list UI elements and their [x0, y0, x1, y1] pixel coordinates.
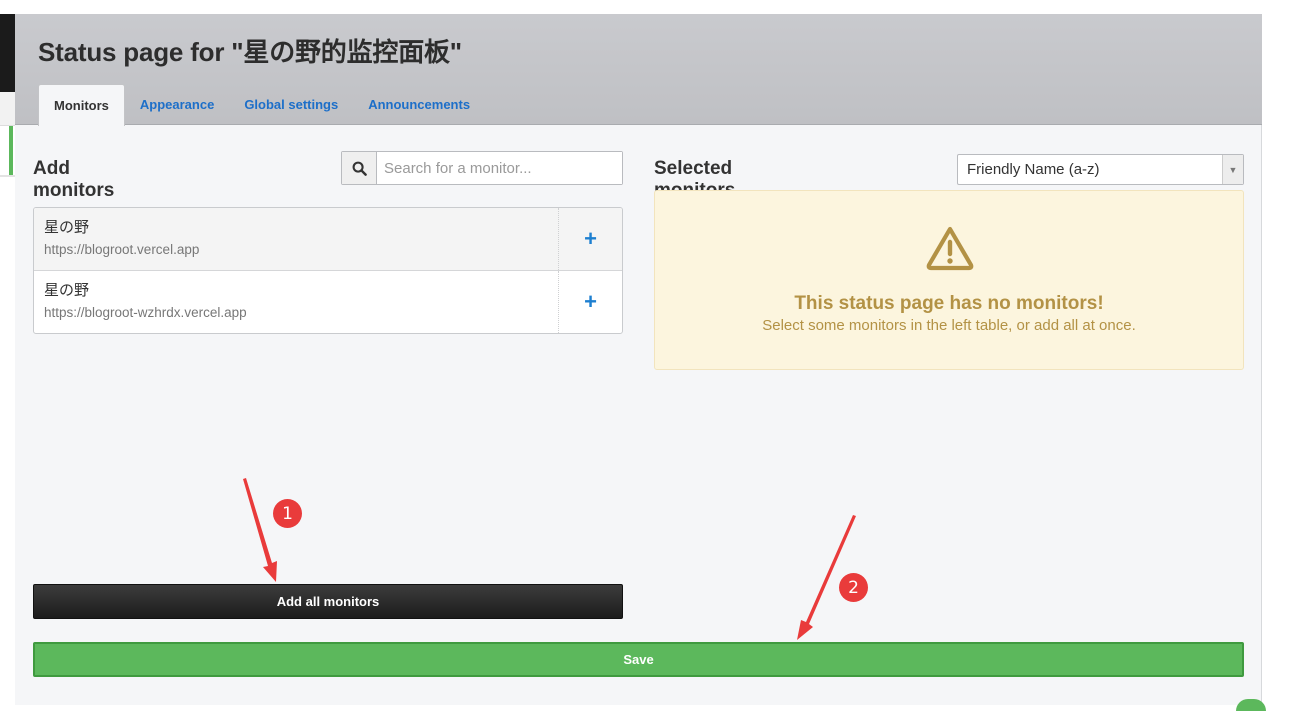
floating-action-chip[interactable]	[1236, 699, 1266, 711]
sidebar-divider	[0, 175, 15, 177]
search-icon	[352, 161, 367, 176]
empty-state-title: This status page has no monitors!	[794, 293, 1104, 314]
monitor-info: 星の野 https://blogroot.vercel.app	[34, 208, 558, 270]
page-title: Status page for "星の野的监控面板"	[38, 37, 462, 67]
add-monitor-button[interactable]: +	[558, 208, 622, 270]
plus-icon: +	[584, 289, 597, 314]
monitor-name: 星の野	[44, 282, 90, 299]
save-button[interactable]: Save	[33, 642, 1244, 677]
tab-appearance[interactable]: Appearance	[125, 84, 229, 125]
annotation-badge-2: 2	[839, 573, 868, 602]
warning-icon	[926, 226, 974, 271]
add-all-monitors-button[interactable]: Add all monitors	[33, 584, 623, 619]
add-monitors-heading: Add monitors	[33, 158, 115, 201]
search-input[interactable]	[377, 152, 622, 184]
empty-state-alert: This status page has no monitors! Select…	[654, 190, 1244, 370]
monitor-url: https://blogroot-wzhrdx.vercel.app	[44, 305, 247, 320]
list-item: 星の野 https://blogroot.vercel.app +	[34, 208, 622, 271]
monitor-search	[341, 151, 623, 185]
sidebar-dark-block	[0, 14, 15, 92]
add-monitor-button[interactable]: +	[558, 271, 622, 333]
sidebar-item[interactable]	[0, 92, 15, 126]
caret-down-icon: ▼	[1222, 155, 1243, 184]
tab-bar: Monitors Appearance Global settings Anno…	[38, 84, 485, 126]
sort-dropdown[interactable]: Friendly Name (a-z) ▼	[957, 154, 1244, 185]
sort-value: Friendly Name (a-z)	[967, 161, 1100, 178]
empty-state-subtitle: Select some monitors in the left table, …	[762, 317, 1136, 334]
monitor-info: 星の野 https://blogroot-wzhrdx.vercel.app	[34, 271, 558, 333]
available-monitors-list: 星の野 https://blogroot.vercel.app + 星の野 ht…	[33, 207, 623, 334]
page-header: Status page for "星の野的监控面板" Monitors Appe…	[15, 14, 1262, 126]
monitor-url: https://blogroot.vercel.app	[44, 242, 200, 257]
tab-announcements[interactable]: Announcements	[353, 84, 485, 125]
annotation-badge-1: 1	[273, 499, 302, 528]
plus-icon: +	[584, 226, 597, 251]
list-item: 星の野 https://blogroot-wzhrdx.vercel.app +	[34, 271, 622, 333]
monitor-name: 星の野	[44, 219, 90, 236]
tab-monitors[interactable]: Monitors	[38, 84, 125, 126]
sidebar-active-indicator	[9, 126, 13, 175]
search-button[interactable]	[342, 152, 377, 184]
tab-global-settings[interactable]: Global settings	[229, 84, 353, 125]
